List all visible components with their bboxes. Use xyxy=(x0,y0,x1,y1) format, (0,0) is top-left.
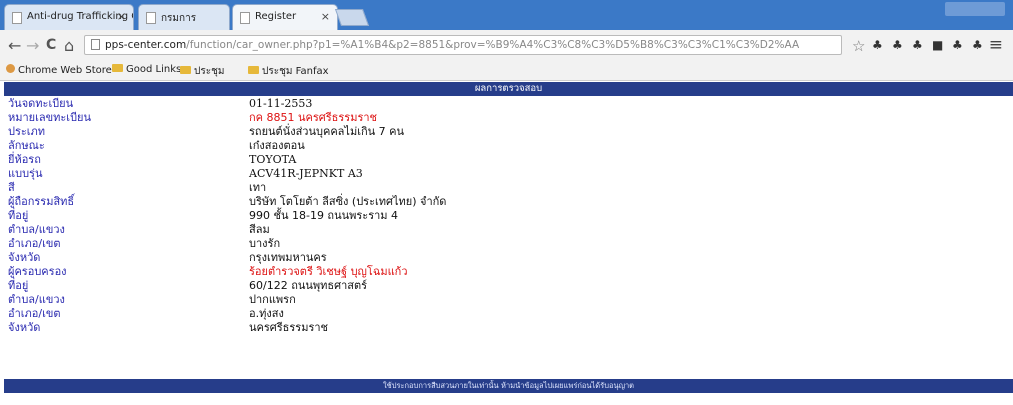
field-label: วันจดทะเบียน xyxy=(8,97,74,110)
field-label: อำเภอ/เขต xyxy=(8,237,61,250)
record-row: ยี่ห้อรถ TOYOTA xyxy=(4,153,1013,167)
record-row: ประเภท รถยนต์นั่งส่วนบุคคลไม่เกิน 7 คน xyxy=(4,125,1013,139)
field-value: บางรัก xyxy=(249,237,281,250)
bookmark-star-icon[interactable]: ☆ xyxy=(852,37,865,55)
record-row: แบบรุ่น ACV41R-JEPNKT A3 xyxy=(4,167,1013,181)
field-label: ยี่ห้อรถ xyxy=(8,153,41,166)
field-label: จังหวัด xyxy=(8,251,41,264)
field-value: 01-11-2553 xyxy=(249,97,313,110)
field-label: ที่อยู่ xyxy=(8,209,29,222)
bookmark-label: ประชุม Fanfax xyxy=(262,66,329,77)
field-value: เก๋งสองตอน xyxy=(249,139,305,152)
bookmark-label: ประชุม xyxy=(194,66,225,77)
field-value: ACV41R-JEPNKT A3 xyxy=(249,167,363,180)
bookmarks-bar: Chrome Web Store Good Links ประชุม ประชุ… xyxy=(0,60,1013,81)
tab-anti-drug[interactable]: Anti-drug Trafficking Co × xyxy=(4,4,134,30)
browser-window: Anti-drug Trafficking Co × กรมการ Regist… xyxy=(0,0,1013,405)
store-icon xyxy=(6,64,15,73)
field-value: 990 ชั้น 18-19 ถนนพระราม 4 xyxy=(249,209,399,222)
bookmark-chrome-web-store[interactable]: Chrome Web Store xyxy=(6,64,112,76)
field-label: อำเภอ/เขต xyxy=(8,307,61,320)
field-value: ปากแพรก xyxy=(249,293,296,306)
url-path: /function/car_owner.php?p1=%A1%B4&p2=885… xyxy=(186,39,800,51)
record-row: สี เทา xyxy=(4,181,1013,195)
record-row: อำเภอ/เขต บางรัก xyxy=(4,237,1013,251)
field-label: จังหวัด xyxy=(8,321,41,334)
field-value: อ.ทุ่งสง xyxy=(249,307,284,320)
extension-icon[interactable]: ♣ xyxy=(952,38,963,52)
page-icon xyxy=(146,12,156,24)
field-label: ที่อยู่ xyxy=(8,279,29,292)
folder-icon xyxy=(248,66,259,74)
reload-icon[interactable]: C xyxy=(46,37,56,53)
record-row: จังหวัด นครศรีธรรมราช xyxy=(4,321,1013,335)
extension-icon[interactable]: ♣ xyxy=(912,38,923,52)
disclaimer-footer: ใช้ประกอบการสืบสวนภายในเท่านั้น ห้ามนำข้… xyxy=(4,379,1013,393)
menu-icon[interactable]: ≡ xyxy=(989,35,1003,55)
page-content: ผลการตรวจสอบ วันจดทะเบียน 01-11-2553 หมาย… xyxy=(4,82,1013,405)
new-tab-button[interactable] xyxy=(334,9,370,26)
record-row: จังหวัด กรุงเทพมหานคร xyxy=(4,251,1013,265)
extension-icon[interactable]: ♣ xyxy=(972,38,983,52)
record-row: ที่อยู่ 990 ชั้น 18-19 ถนนพระราม 4 xyxy=(4,209,1013,223)
tab-register[interactable]: Register × xyxy=(232,4,338,30)
bookmark-label: Chrome Web Store xyxy=(18,65,112,76)
field-value: TOYOTA xyxy=(249,153,297,166)
bookmark-good-links[interactable]: Good Links xyxy=(112,64,181,75)
record-row: ตำบล/แขวง สีลม xyxy=(4,223,1013,237)
record-row: หมายเลขทะเบียน กค 8851 นครศรีธรรมราช xyxy=(4,111,1013,125)
close-tab-icon[interactable]: × xyxy=(117,10,126,23)
bookmark-folder-4[interactable]: ประชุม Fanfax xyxy=(248,64,329,79)
folder-icon xyxy=(112,64,123,72)
window-controls[interactable] xyxy=(945,2,1005,16)
url-host: pps-center.com xyxy=(105,39,187,51)
folder-icon xyxy=(180,66,191,74)
result-header: ผลการตรวจสอบ xyxy=(4,82,1013,96)
field-label: ตำบล/แขวง xyxy=(8,223,65,236)
record-row: ลักษณะ เก๋งสองตอน xyxy=(4,139,1013,153)
extension-icon[interactable]: ♣ xyxy=(872,38,883,52)
forward-icon[interactable]: → xyxy=(26,36,39,55)
tab-strip: Anti-drug Trafficking Co × กรมการ Regist… xyxy=(0,0,1013,30)
tab-second[interactable]: กรมการ xyxy=(138,4,230,30)
field-label: ตำบล/แขวง xyxy=(8,293,65,306)
field-value: กค 8851 นครศรีธรรมราช xyxy=(249,111,378,124)
field-value: ร้อยตำรวจตรี วิเชษฐ์ บุญโฉมแก้ว xyxy=(249,265,408,278)
record-row: ผู้ครอบครอง ร้อยตำรวจตรี วิเชษฐ์ บุญโฉมแก… xyxy=(4,265,1013,279)
record-row: ที่อยู่ 60/122 ถนนพุทธศาสตร์ xyxy=(4,279,1013,293)
tab-title: Register xyxy=(255,11,297,22)
field-value: 60/122 ถนนพุทธศาสตร์ xyxy=(249,279,368,292)
bookmark-folder-3[interactable]: ประชุม xyxy=(180,64,224,79)
page-icon xyxy=(12,12,22,24)
field-value: นครศรีธรรมราช xyxy=(249,321,329,334)
record-row: อำเภอ/เขต อ.ทุ่งสง xyxy=(4,307,1013,321)
field-label: ผู้ถือกรรมสิทธิ์ xyxy=(8,195,75,208)
extension-icon[interactable]: ♣ xyxy=(892,38,903,52)
page-icon xyxy=(91,39,100,50)
record-row: ตำบล/แขวง ปากแพรก xyxy=(4,293,1013,307)
field-label: สี xyxy=(8,181,15,194)
address-bar[interactable]: pps-center.com/function/car_owner.php?p1… xyxy=(84,35,842,55)
field-label: ผู้ครอบครอง xyxy=(8,265,67,278)
close-tab-icon[interactable]: × xyxy=(321,10,330,23)
field-value: เทา xyxy=(249,181,267,194)
record-row: วันจดทะเบียน 01-11-2553 xyxy=(4,97,1013,111)
tab-title: กรมการ xyxy=(161,13,197,24)
bookmark-label: Good Links xyxy=(126,64,182,75)
field-label: หมายเลขทะเบียน xyxy=(8,111,92,124)
page-icon xyxy=(240,12,250,24)
field-value: รถยนต์นั่งส่วนบุคคลไม่เกิน 7 คน xyxy=(249,125,405,138)
field-value: บริษัท โตโยต้า ลีสซิ่ง (ประเทศไทย) จำกัด xyxy=(249,195,447,208)
field-label: ลักษณะ xyxy=(8,139,45,152)
field-value: สีลม xyxy=(249,223,270,236)
extension-icon[interactable]: ■ xyxy=(932,38,943,52)
vehicle-record: วันจดทะเบียน 01-11-2553 หมายเลขทะเบียน กค … xyxy=(4,97,1013,335)
navigation-bar: ← → C ⌂ pps-center.com/function/car_owne… xyxy=(0,30,1013,60)
home-icon[interactable]: ⌂ xyxy=(64,36,74,55)
field-label: ประเภท xyxy=(8,125,46,138)
field-value: กรุงเทพมหานคร xyxy=(249,251,327,264)
field-label: แบบรุ่น xyxy=(8,167,43,180)
back-icon[interactable]: ← xyxy=(8,36,21,55)
record-row: ผู้ถือกรรมสิทธิ์ บริษัท โตโยต้า ลีสซิ่ง (… xyxy=(4,195,1013,209)
